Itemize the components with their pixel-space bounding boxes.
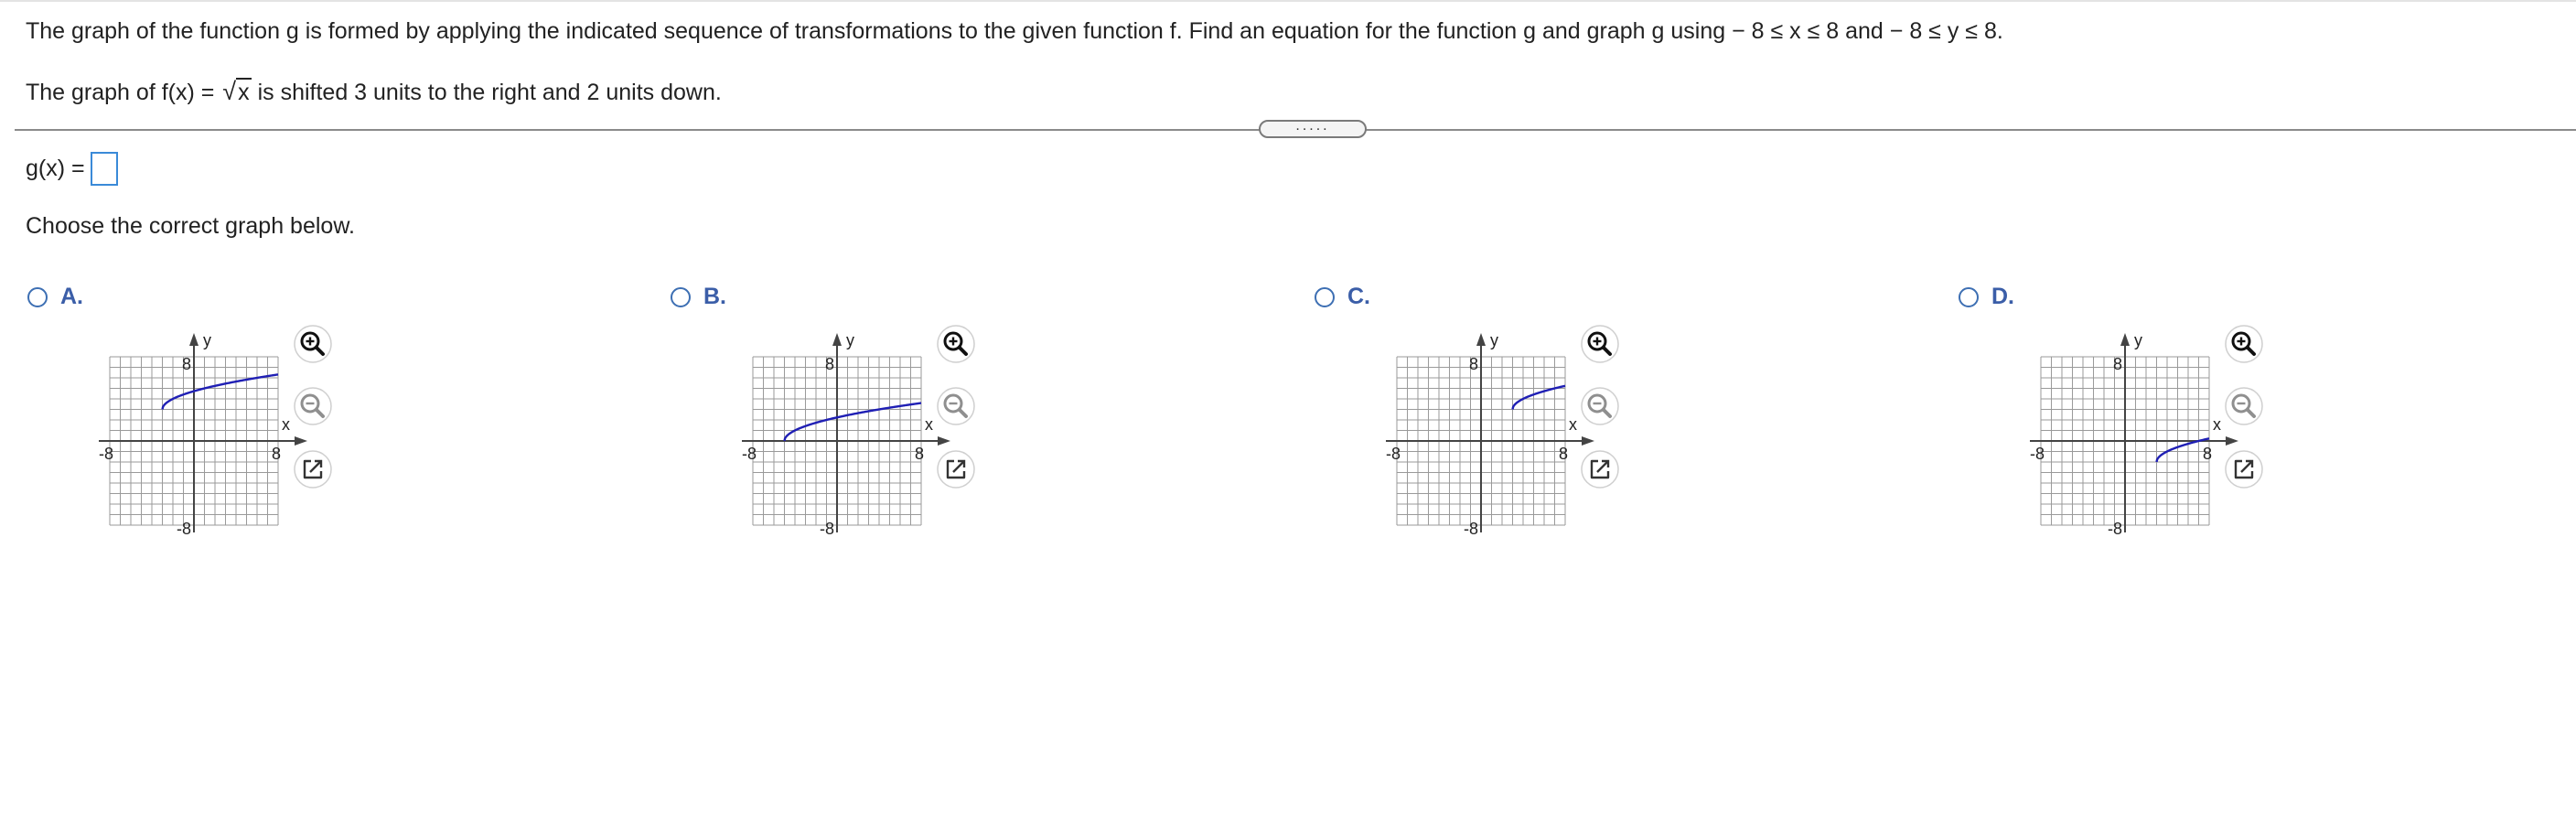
tool-ring — [937, 325, 975, 363]
y-axis-arrow-icon — [832, 333, 842, 346]
y-axis-arrow-icon — [189, 333, 199, 346]
option-d: D. x y 8 -8 -8 8 — [1959, 284, 2507, 540]
y-tick-min: -8 — [820, 520, 834, 538]
x-axis-label: x — [1569, 415, 1577, 434]
transformation-statement: The graph of f(x) = √x is shifted 3 unit… — [26, 78, 722, 106]
zoom-in-icon[interactable] — [2224, 324, 2264, 364]
square-root-icon: √ — [222, 78, 237, 105]
function-curve — [2155, 437, 2210, 463]
option-a-label: A. — [60, 284, 83, 309]
option-b-choice[interactable]: B. — [671, 284, 726, 310]
x-tick-min: -8 — [1386, 445, 1401, 463]
open-new-window-icon[interactable] — [1580, 449, 1620, 489]
radicand: x — [236, 78, 252, 105]
option-b-radio[interactable] — [671, 286, 691, 307]
x-tick-min: -8 — [99, 445, 113, 463]
transformation-suffix: is shifted 3 units to the right and 2 un… — [251, 80, 722, 105]
option-a-radio[interactable] — [27, 286, 48, 307]
tool-ring — [2225, 387, 2263, 425]
open-new-window-icon[interactable] — [293, 449, 333, 489]
x-tick-min: -8 — [742, 445, 757, 463]
x-axis-label: x — [282, 415, 290, 434]
square-root-expression: √x — [220, 78, 252, 106]
y-axis-label: y — [846, 331, 854, 349]
option-d-radio[interactable] — [1959, 286, 1979, 307]
x-axis-label: x — [925, 415, 933, 434]
option-c-graph: xy8-8-8 8 — [1386, 331, 1594, 538]
x-tick-max: 8 — [272, 445, 281, 463]
x-tick-max: 8 — [915, 445, 924, 463]
x-axis-arrow-icon — [938, 436, 950, 446]
option-c-label: C. — [1347, 284, 1370, 309]
open-new-window-icon[interactable] — [936, 449, 976, 489]
y-axis-label: y — [2134, 331, 2142, 349]
option-c-choice[interactable]: C. — [1315, 284, 1370, 310]
function-curve — [783, 402, 922, 442]
answer-label: g(x) = — [26, 156, 85, 181]
option-b-graph: xy8-8-8 8 — [742, 331, 950, 538]
option-c-radio[interactable] — [1315, 286, 1335, 307]
y-axis-label: y — [1490, 331, 1498, 349]
x-axis-label: x — [2213, 415, 2221, 434]
y-axis-arrow-icon — [2120, 333, 2130, 346]
x-axis-arrow-icon — [1582, 436, 1594, 446]
y-tick-min: -8 — [177, 520, 191, 538]
x-axis-arrow-icon — [295, 436, 307, 446]
function-curve — [1511, 384, 1566, 410]
y-tick-max: 8 — [825, 355, 834, 373]
x-tick-max: 8 — [1559, 445, 1568, 463]
x-tick-max: 8 — [2203, 445, 2212, 463]
zoom-in-icon[interactable] — [936, 324, 976, 364]
zoom-out-icon[interactable] — [1580, 386, 1620, 426]
tool-ring — [937, 387, 975, 425]
open-new-window-icon[interactable] — [2224, 449, 2264, 489]
answer-input[interactable] — [90, 152, 118, 186]
zoom-out-icon[interactable] — [2224, 386, 2264, 426]
transformation-prefix: The graph of f(x) = — [26, 80, 221, 105]
tool-ring — [1581, 387, 1619, 425]
option-b-label: B. — [703, 284, 726, 309]
option-a-graph: xy8-8-8 8 — [99, 331, 307, 538]
option-d-choice[interactable]: D. — [1959, 284, 2014, 310]
zoom-out-icon[interactable] — [293, 386, 333, 426]
tool-ring — [2225, 325, 2263, 363]
zoom-out-icon[interactable] — [936, 386, 976, 426]
y-tick-max: 8 — [182, 355, 191, 373]
option-c: C. x y 8 -8 -8 8 — [1315, 284, 1863, 540]
x-tick-min: -8 — [2030, 445, 2045, 463]
option-b: B. x y 8 -8 -8 8 — [671, 284, 1219, 540]
option-a-choice[interactable]: A. — [27, 284, 83, 310]
question-prompt: The graph of the function g is formed by… — [26, 18, 2003, 44]
tool-ring — [294, 325, 332, 363]
answer-row: g(x) = — [26, 152, 118, 186]
function-curve — [161, 373, 279, 410]
zoom-in-icon[interactable] — [1580, 324, 1620, 364]
option-d-label: D. — [1991, 284, 2014, 309]
tool-ring — [1581, 325, 1619, 363]
zoom-in-icon[interactable] — [293, 324, 333, 364]
y-tick-max: 8 — [2113, 355, 2122, 373]
y-axis-arrow-icon — [1476, 333, 1486, 346]
y-axis-label: y — [203, 331, 211, 349]
y-tick-max: 8 — [1469, 355, 1478, 373]
instruction-text: Choose the correct graph below. — [26, 213, 355, 239]
top-border — [0, 0, 2576, 2]
option-d-graph: xy8-8-8 8 — [2030, 331, 2238, 538]
tool-ring — [294, 387, 332, 425]
option-a: A. x y 8 -8 -8 8 — [27, 284, 576, 540]
y-tick-min: -8 — [2108, 520, 2122, 538]
y-tick-min: -8 — [1464, 520, 1478, 538]
x-axis-arrow-icon — [2226, 436, 2238, 446]
expand-toggle-button[interactable]: ..... — [1259, 119, 1367, 138]
